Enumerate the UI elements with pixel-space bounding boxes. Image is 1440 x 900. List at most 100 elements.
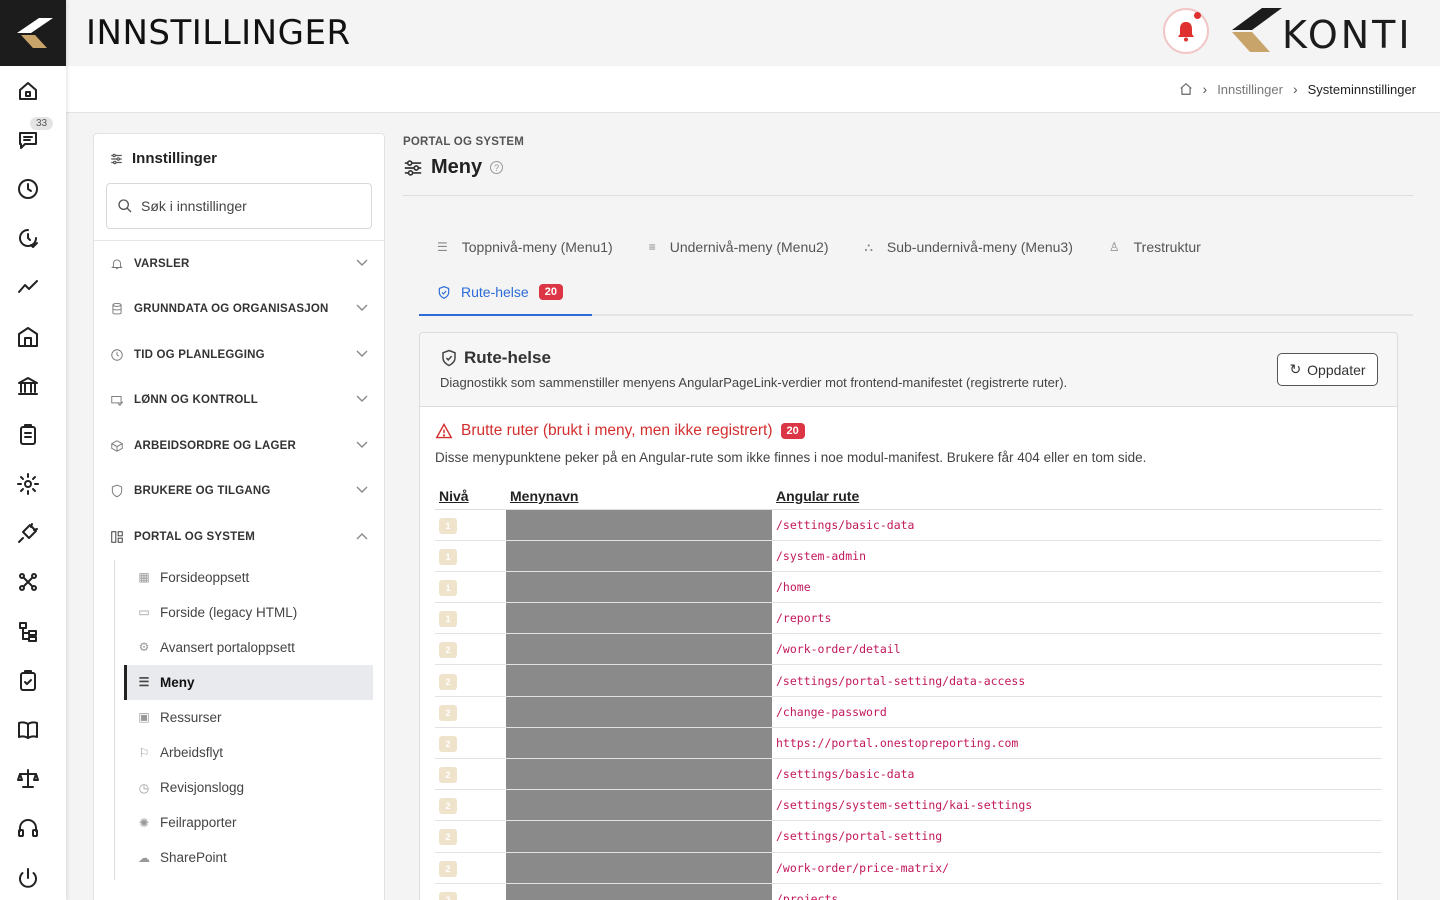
- table-row: 2/settings/system-setting/kai-settings: [435, 789, 1382, 822]
- history-icon: ◷: [138, 780, 150, 795]
- layout-icon: ▦: [138, 570, 150, 585]
- tab-menu3[interactable]: ⛬ Sub-undernivå-meny (Menu3): [864, 239, 1072, 255]
- section-label: TID OG PLANLEGGING: [134, 348, 265, 361]
- subnav-item-revisjonslogg[interactable]: ◷ Revisjonslogg: [124, 770, 373, 805]
- rail-chat-button[interactable]: 33: [0, 115, 56, 164]
- subnav-item-label: Revisjonslogg: [160, 780, 245, 796]
- level-cell: 1: [435, 571, 506, 604]
- level-cell: 2: [435, 820, 506, 853]
- rail-checklist-button[interactable]: [0, 656, 56, 705]
- rail-trend-button[interactable]: [0, 263, 56, 312]
- home-icon: [19, 81, 37, 100]
- rail-home-button[interactable]: [0, 66, 56, 115]
- subnav-item-forsideoppsett[interactable]: ▦ Forsideoppsett: [124, 560, 373, 595]
- section-portal[interactable]: PORTAL OG SYSTEM: [94, 514, 384, 560]
- menu-name-cell-redacted: [506, 883, 772, 900]
- settings-search[interactable]: [106, 183, 372, 229]
- subnav-item-avansert-portaloppsett[interactable]: ⚙ Avansert portaloppsett: [124, 630, 373, 665]
- menu-name-cell-redacted: [506, 664, 772, 697]
- menu-name-cell-redacted: [506, 571, 772, 604]
- column-header-name[interactable]: Menynavn: [506, 483, 772, 510]
- subnav-item-sharepoint[interactable]: ☁ SharePoint: [124, 840, 373, 875]
- konti-logo-icon: [17, 18, 53, 48]
- subnav-item-label: Ressurser: [160, 709, 222, 725]
- notification-button[interactable]: [1163, 8, 1209, 54]
- notification-dot: [1194, 12, 1201, 19]
- section-varsler[interactable]: VARSLER: [94, 241, 384, 287]
- rail-bank-button[interactable]: [0, 361, 56, 410]
- main-title-text: Meny: [431, 156, 483, 178]
- tab-bar: ☰ Toppnivå-meny (Menu1) ≡ Undernivå-meny (…: [403, 236, 1413, 316]
- cog-icon: ⚙: [138, 640, 150, 655]
- rail-network-button[interactable]: [0, 558, 56, 607]
- menu-name-cell-redacted: [506, 633, 772, 666]
- route-cell: /settings/basic-data: [772, 509, 1382, 541]
- section-grunndata[interactable]: GRUNNDATA OG ORGANISASJON: [94, 287, 384, 333]
- tab-tree[interactable]: ♙ Trestruktur: [1109, 239, 1201, 255]
- route-cell: /settings/basic-data: [772, 758, 1382, 791]
- rail-settings-gear-button[interactable]: [0, 460, 56, 509]
- chevron-down-icon: [356, 485, 368, 497]
- plug-icon: [18, 523, 38, 544]
- level-cell: 2: [435, 664, 506, 697]
- section-brukere[interactable]: BRUKERE OG TILGANG: [94, 469, 384, 515]
- chevron-down-icon: [356, 394, 368, 406]
- tab-menu2[interactable]: ≡ Undernivå-meny (Menu2): [649, 239, 829, 255]
- rail-hierarchy-button[interactable]: [0, 607, 56, 656]
- rail-building-button[interactable]: [0, 312, 56, 361]
- tab-route-health[interactable]: Rute-helse 20: [419, 278, 592, 316]
- message-count-badge: 33: [30, 117, 54, 131]
- shield-icon: [111, 484, 123, 498]
- refresh-button[interactable]: ↻ Oppdater: [1277, 353, 1378, 386]
- level-cell: 2: [435, 852, 506, 884]
- rail-clock-button[interactable]: [0, 164, 56, 213]
- breadcrumb-current: Systeminnstillinger: [1307, 81, 1416, 97]
- breadcrumb-item[interactable]: Innstillinger: [1217, 82, 1283, 97]
- section-tid[interactable]: TID OG PLANLEGGING: [94, 332, 384, 378]
- tab-menu1[interactable]: ☰ Toppnivå-meny (Menu1): [437, 239, 613, 255]
- route-cell: /reports: [772, 602, 1382, 635]
- level-badge: 1: [439, 579, 457, 596]
- rail-scale-button[interactable]: [0, 755, 56, 804]
- search-input[interactable]: [141, 198, 361, 214]
- broken-title-text: Brutte ruter (brukt i meny, men ikke reg…: [461, 422, 773, 439]
- subnav-item-forside-legacy-html[interactable]: ▭ Forside (legacy HTML): [124, 595, 373, 630]
- subnav-item-feilrapporter[interactable]: ✺ Feilrapporter: [124, 805, 373, 840]
- table-row: 1/system-admin: [435, 540, 1382, 572]
- level-cell: 2: [435, 696, 506, 728]
- level-badge: 2: [439, 798, 457, 815]
- time-check-icon: [19, 229, 38, 249]
- level-badge: 2: [439, 860, 457, 877]
- list-icon: ☰: [437, 240, 448, 254]
- clipboard-icon: [20, 423, 36, 445]
- chevron-down-icon: [356, 303, 368, 315]
- section-arbeidsordre[interactable]: ARBEIDSORDRE OG LAGER: [94, 423, 384, 469]
- rail-plug-button[interactable]: [0, 509, 56, 558]
- rail-clipboard-button[interactable]: [0, 410, 56, 459]
- help-icon[interactable]: ?: [490, 161, 504, 174]
- rail-time-check-button[interactable]: [0, 214, 56, 263]
- list-icon: ≡: [648, 240, 656, 254]
- subnav-item-meny[interactable]: ☰ Meny: [124, 664, 373, 700]
- subnav-item-arbeidsflyt[interactable]: ⚐ Arbeidsflyt: [124, 735, 373, 770]
- subnav-item-ressurser[interactable]: ▣ Ressurser: [124, 700, 373, 735]
- column-header-route[interactable]: Angular rute: [772, 483, 1382, 510]
- app-logo[interactable]: [0, 0, 66, 66]
- rail-book-button[interactable]: [0, 705, 56, 754]
- section-lønn[interactable]: LØNN OG KONTROLL: [94, 378, 384, 424]
- chat-icon: [19, 131, 37, 149]
- workflow-icon: ⚐: [138, 745, 150, 760]
- home-icon[interactable]: [1179, 82, 1193, 96]
- menu-icon: ☰: [138, 675, 150, 690]
- sliders-icon: [111, 153, 122, 164]
- route-cell: /home: [772, 571, 1382, 604]
- rail-headset-button[interactable]: [0, 804, 56, 853]
- menu-name-cell-redacted: [506, 602, 772, 635]
- section-label: VARSLER: [134, 257, 190, 270]
- chevron-down-icon: [356, 258, 368, 270]
- level-badge: 1: [439, 517, 457, 534]
- menu-name-cell-redacted: [506, 509, 772, 541]
- rail-power-button[interactable]: [0, 853, 56, 900]
- column-header-level[interactable]: Nivå: [435, 483, 506, 510]
- tab-label: Rute-helse: [461, 284, 529, 300]
